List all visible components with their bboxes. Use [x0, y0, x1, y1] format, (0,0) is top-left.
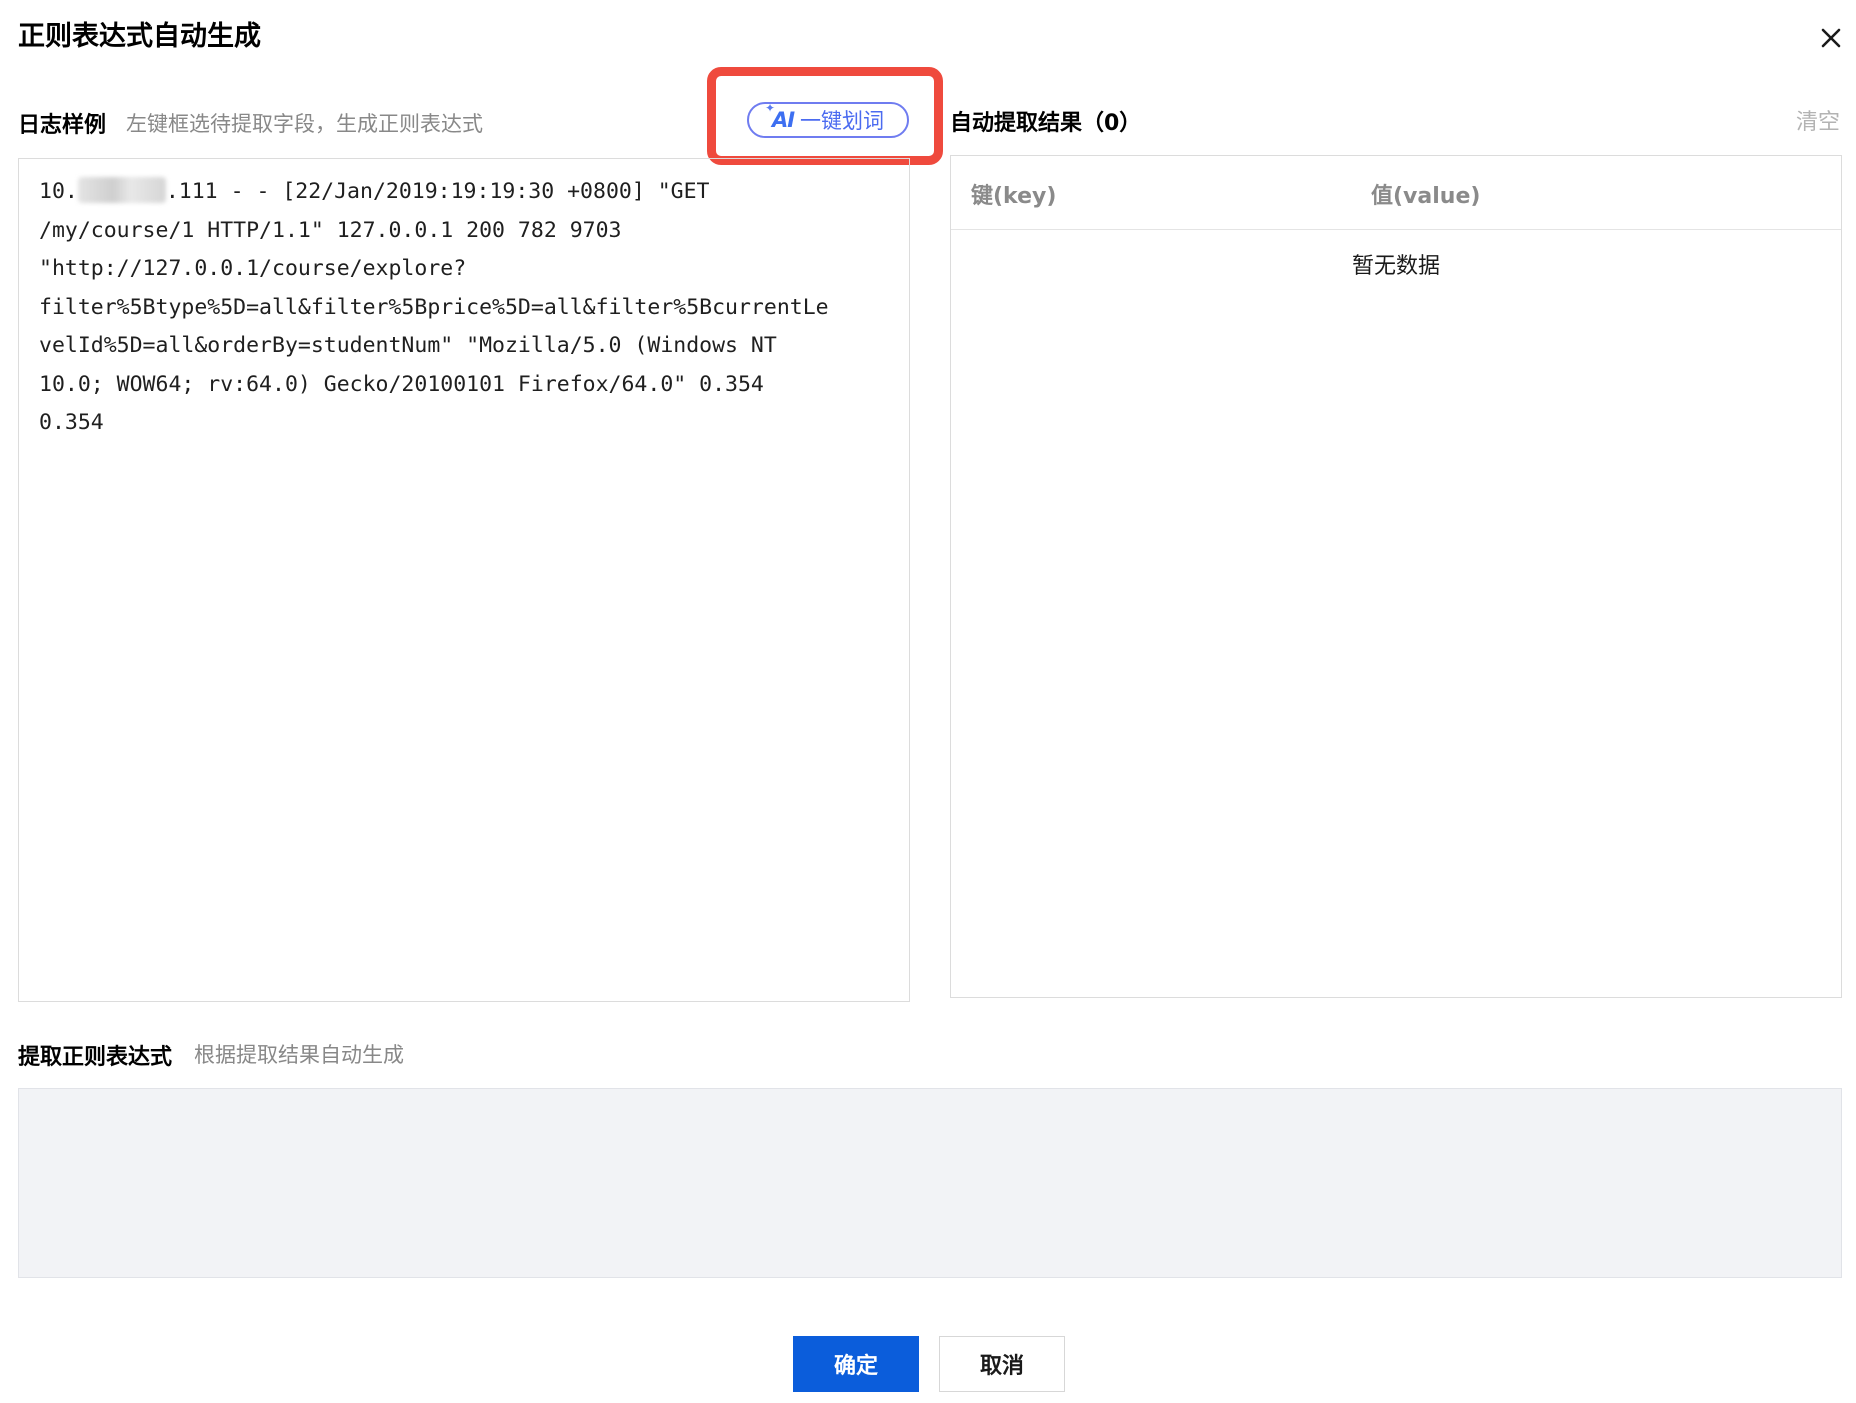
column-header-key: 键(key)	[971, 184, 1057, 209]
log-line[interactable]: 10. .111 - - [22/Jan/2019:19:19:30 +0800]…	[39, 173, 899, 212]
log-sample-label: 日志样例	[18, 113, 107, 138]
regex-generator-dialog: 正则表达式自动生成 日志样例 左键框选待提取字段，生成正则表达式 ✦ AI 一键划…	[0, 0, 1856, 1403]
log-line[interactable]: 0.354	[39, 404, 899, 443]
results-table: 键(key) 值(value) 暂无数据	[950, 155, 1842, 998]
cancel-button[interactable]: 取消	[939, 1336, 1065, 1392]
ai-one-click-button[interactable]: ✦ AI 一键划词	[747, 101, 909, 138]
results-label: 自动提取结果（0）	[950, 111, 1142, 136]
empty-state-text: 暂无数据	[1351, 254, 1440, 279]
ai-sparkle-icon: ✦ AI	[764, 101, 795, 132]
regex-label: 提取正则表达式	[18, 1045, 173, 1070]
dialog-title: 正则表达式自动生成	[18, 21, 261, 52]
redacted-ip-segment	[77, 177, 166, 203]
regex-output-field[interactable]	[18, 1088, 1842, 1278]
log-sample-hint: 左键框选待提取字段，生成正则表达式	[126, 112, 483, 136]
column-header-value: 值(value)	[1371, 184, 1481, 209]
clear-button[interactable]: 清空	[1796, 104, 1840, 136]
ai-button-label: 一键划词	[800, 109, 885, 133]
log-sample-text[interactable]: 10. .111 - - [22/Jan/2019:19:19:30 +0800]…	[39, 173, 899, 443]
log-line[interactable]: /my/course/1 HTTP/1.1" 127.0.0.1 200 782…	[39, 212, 899, 251]
results-table-header: 键(key) 值(value)	[951, 156, 1841, 230]
confirm-button[interactable]: 确定	[793, 1336, 919, 1392]
log-line[interactable]: 10.0; WOW64; rv:64.0) Gecko/20100101 Fir…	[39, 366, 899, 405]
regex-hint: 根据提取结果自动生成	[194, 1043, 404, 1067]
log-line[interactable]: velId%5D=all&orderBy=studentNum" "Mozill…	[39, 327, 899, 366]
log-line[interactable]: "http://127.0.0.1/course/explore?	[39, 250, 899, 289]
log-line[interactable]: filter%5Btype%5D=all&filter%5Bprice%5D=a…	[39, 289, 899, 328]
log-sample-panel[interactable]: 10. .111 - - [22/Jan/2019:19:19:30 +0800]…	[18, 158, 910, 1002]
close-icon[interactable]	[1817, 24, 1845, 52]
